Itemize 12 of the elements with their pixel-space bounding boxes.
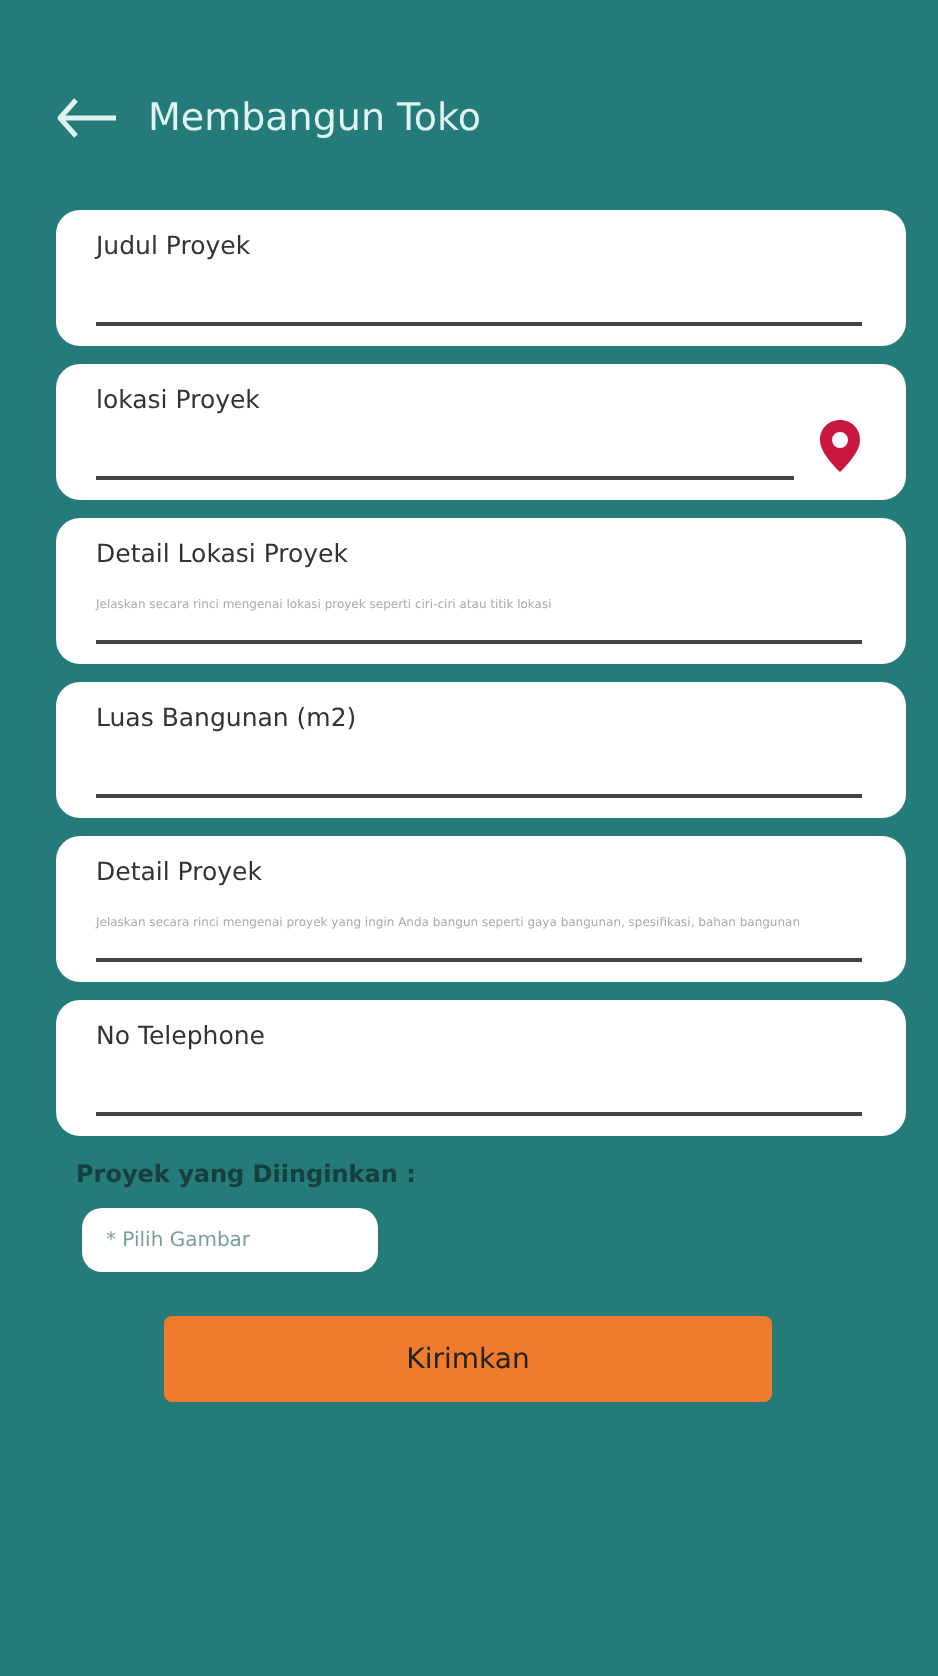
back-arrow-icon[interactable] <box>56 96 120 140</box>
field-label: Judul Proyek <box>96 230 253 260</box>
field-label: Luas Bangunan (m2) <box>96 702 359 732</box>
field-label: lokasi Proyek <box>96 384 262 414</box>
field-label: No Telephone <box>96 1020 267 1050</box>
page-title: Membangun Toko <box>148 96 481 140</box>
picker-label: Proyek yang Diinginkan : <box>76 1160 418 1188</box>
submit-button[interactable]: Kirimkan <box>164 1316 772 1402</box>
field-label: Detail Proyek <box>96 856 264 886</box>
location-pin-icon[interactable] <box>818 418 862 474</box>
field-label: Detail Lokasi Proyek <box>96 538 350 568</box>
image-picker-field[interactable]: * Pilih Gambar <box>82 1208 378 1272</box>
